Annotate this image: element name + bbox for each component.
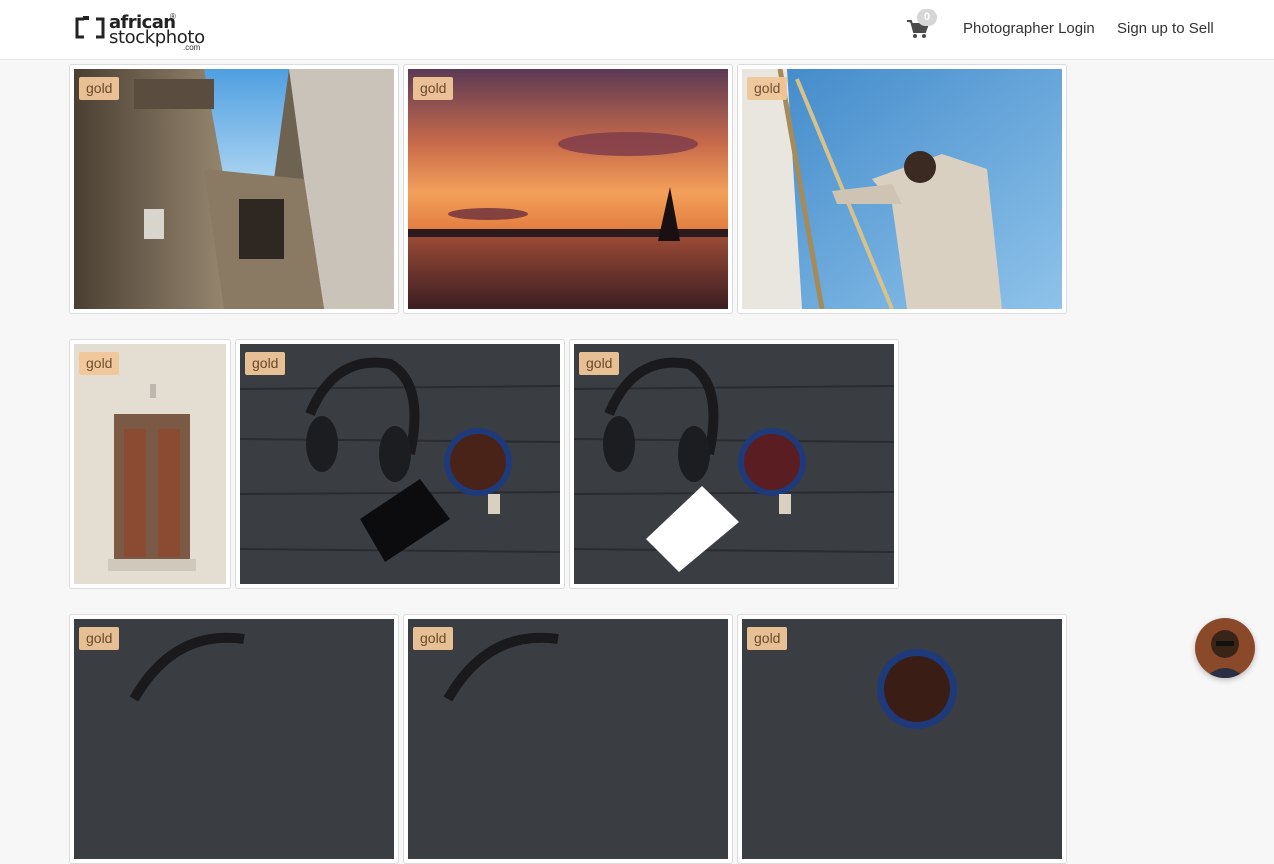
photo-carved-door: [74, 344, 226, 584]
gold-badge: gold: [79, 627, 120, 650]
gold-badge: gold: [79, 352, 120, 375]
gold-badge: gold: [413, 627, 454, 650]
gold-badge: gold: [245, 352, 286, 375]
cart-count-badge: 0: [917, 9, 937, 26]
photo-courtyard-building: [74, 69, 394, 309]
gold-badge: gold: [79, 77, 120, 100]
photographer-login-link[interactable]: Photographer Login: [963, 20, 1095, 37]
photo-man-on-sailboat: [742, 69, 1062, 309]
avatar-photo: [1195, 618, 1255, 678]
logo-text-com: .com: [183, 43, 201, 52]
photo-sunset-dhow: [408, 69, 728, 309]
logo-registered-mark: ®: [170, 12, 176, 21]
photo-card-sailboat[interactable]: gold: [737, 64, 1067, 314]
photo-headphones-phone-tea: [240, 344, 560, 584]
photo-headphones-partial-1: [74, 619, 394, 859]
gold-badge: gold: [413, 77, 454, 100]
gold-badge: gold: [747, 627, 788, 650]
photo-tea-cup-partial: [742, 619, 1062, 859]
top-navigation-bar: african ® stockphoto .com 0 Photographer…: [0, 0, 1274, 60]
gold-badge: gold: [579, 352, 620, 375]
africanstockphoto-logo[interactable]: african ® stockphoto .com: [74, 12, 214, 53]
photo-headphones-partial-2: [408, 619, 728, 859]
photo-card-row3-2[interactable]: gold: [403, 614, 733, 864]
photo-card-door[interactable]: gold: [69, 339, 231, 589]
logo-bracket-icon: [75, 16, 105, 39]
photo-card-sunset[interactable]: gold: [403, 64, 733, 314]
support-chat-avatar[interactable]: [1195, 618, 1255, 678]
gold-badge: gold: [747, 77, 788, 100]
photo-card-headphones-white-phone[interactable]: gold: [569, 339, 899, 589]
sign-up-to-sell-link[interactable]: Sign up to Sell: [1117, 20, 1214, 37]
photo-card-row3-3[interactable]: gold: [737, 614, 1067, 864]
photo-card-headphones-black-phone[interactable]: gold: [235, 339, 565, 589]
photo-card-courtyard[interactable]: gold: [69, 64, 399, 314]
photo-headphones-white-phone-tea: [574, 344, 894, 584]
photo-card-row3-1[interactable]: gold: [69, 614, 399, 864]
